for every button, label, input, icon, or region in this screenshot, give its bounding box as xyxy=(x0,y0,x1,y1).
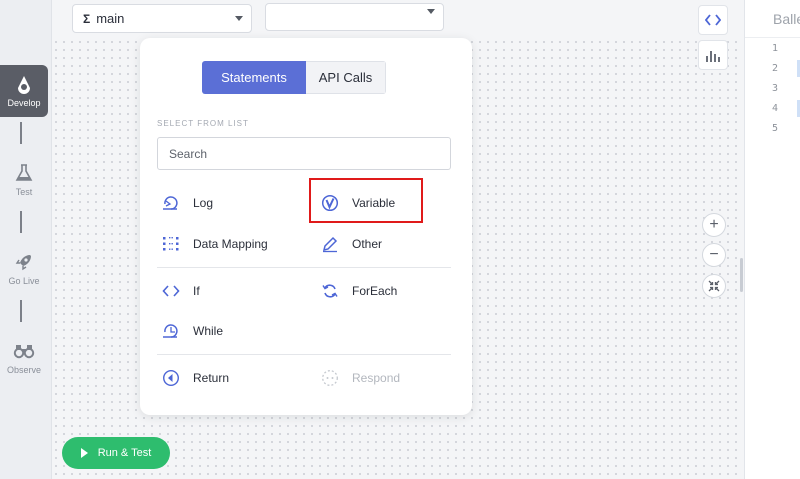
zoom-out-button[interactable]: − xyxy=(702,243,726,267)
rail-separator xyxy=(20,300,22,322)
divider xyxy=(157,354,451,355)
line-number: 1 xyxy=(772,43,779,54)
flow-select[interactable]: Σ main xyxy=(72,4,252,33)
return-icon xyxy=(162,369,180,387)
option-label: While xyxy=(193,324,224,338)
rail-item-test[interactable]: Test xyxy=(0,154,48,206)
rocket-icon xyxy=(15,255,31,271)
option-log[interactable]: Log xyxy=(162,190,213,216)
plus-icon: + xyxy=(709,216,719,233)
stats-view-button[interactable] xyxy=(698,40,728,70)
statement-picker-popup: Statements API Calls SELECT FROM LIST Lo… xyxy=(140,38,472,415)
data-mapping-icon xyxy=(162,235,180,253)
option-label: Other xyxy=(352,237,383,251)
option-if[interactable]: If xyxy=(162,278,200,304)
picker-tabs: Statements API Calls xyxy=(202,61,386,94)
loop-icon xyxy=(321,282,339,300)
code-view-button[interactable] xyxy=(698,5,728,35)
respond-icon xyxy=(321,369,339,387)
flow-select-value: main xyxy=(96,11,125,26)
code-icon xyxy=(705,14,721,26)
rail-item-develop[interactable]: Develop xyxy=(0,65,48,117)
develop-icon xyxy=(18,76,30,94)
tab-api-calls[interactable]: API Calls xyxy=(306,61,386,94)
option-label: Variable xyxy=(352,196,396,210)
secondary-select[interactable] xyxy=(265,3,444,31)
minus-icon: − xyxy=(709,246,719,263)
variable-icon xyxy=(321,194,339,212)
pencil-icon xyxy=(321,235,339,253)
line-number: 3 xyxy=(772,83,779,94)
run-test-button[interactable]: Run & Test xyxy=(62,437,170,469)
rail-item-label: Go Live xyxy=(8,276,40,286)
line-number: 2 xyxy=(772,63,779,74)
chevron-down-icon xyxy=(427,9,435,14)
option-while[interactable]: While xyxy=(162,318,223,344)
option-variable[interactable]: Variable xyxy=(321,190,395,216)
fit-screen-button[interactable] xyxy=(702,274,726,298)
zoom-in-button[interactable]: + xyxy=(702,213,726,237)
rail-separator xyxy=(20,211,22,233)
section-label: SELECT FROM LIST xyxy=(157,119,249,128)
rail-item-go-live[interactable]: Go Live xyxy=(0,243,48,295)
bar-chart-icon xyxy=(706,51,720,62)
left-nav-rail: Develop Test Go Live Observe xyxy=(0,0,52,479)
option-label: If xyxy=(193,284,200,298)
rail-item-observe[interactable]: Observe xyxy=(0,332,48,384)
rail-item-label: Develop xyxy=(7,98,41,108)
line-number: 4 xyxy=(772,103,779,114)
panel-resize-handle[interactable] xyxy=(740,258,743,292)
option-return[interactable]: Return xyxy=(162,365,229,391)
code-panel-title: Balle xyxy=(773,11,800,27)
code-brackets-icon xyxy=(162,282,180,300)
play-icon xyxy=(80,448,88,458)
sigma-icon: Σ xyxy=(83,11,91,26)
divider xyxy=(157,267,451,268)
line-number: 5 xyxy=(772,123,779,134)
option-label: Return xyxy=(193,371,230,385)
log-icon xyxy=(162,194,180,212)
option-label: Data Mapping xyxy=(193,237,268,251)
code-panel: Balle 1 2 3 4 5 xyxy=(744,0,800,479)
flask-icon xyxy=(15,164,33,181)
option-data-mapping[interactable]: Data Mapping xyxy=(162,231,268,257)
option-label: Log xyxy=(193,196,214,210)
option-foreach[interactable]: ForEach xyxy=(321,278,397,304)
collapse-arrows-icon xyxy=(708,280,720,292)
code-panel-header: Balle xyxy=(745,0,800,38)
rail-item-label: Test xyxy=(15,187,33,197)
search-input[interactable] xyxy=(157,137,451,170)
chevron-down-icon xyxy=(235,16,243,21)
option-other[interactable]: Other xyxy=(321,231,382,257)
rail-separator xyxy=(20,122,22,144)
rail-item-label: Observe xyxy=(6,365,41,375)
option-label: Respond xyxy=(352,371,401,385)
option-label: ForEach xyxy=(352,284,398,298)
canvas-toolbar: Σ main xyxy=(52,0,742,38)
option-respond[interactable]: Respond xyxy=(321,365,400,391)
tab-statements[interactable]: Statements xyxy=(202,61,306,94)
while-icon xyxy=(162,322,180,340)
binoculars-icon xyxy=(13,345,35,359)
run-test-label: Run & Test xyxy=(97,447,152,459)
